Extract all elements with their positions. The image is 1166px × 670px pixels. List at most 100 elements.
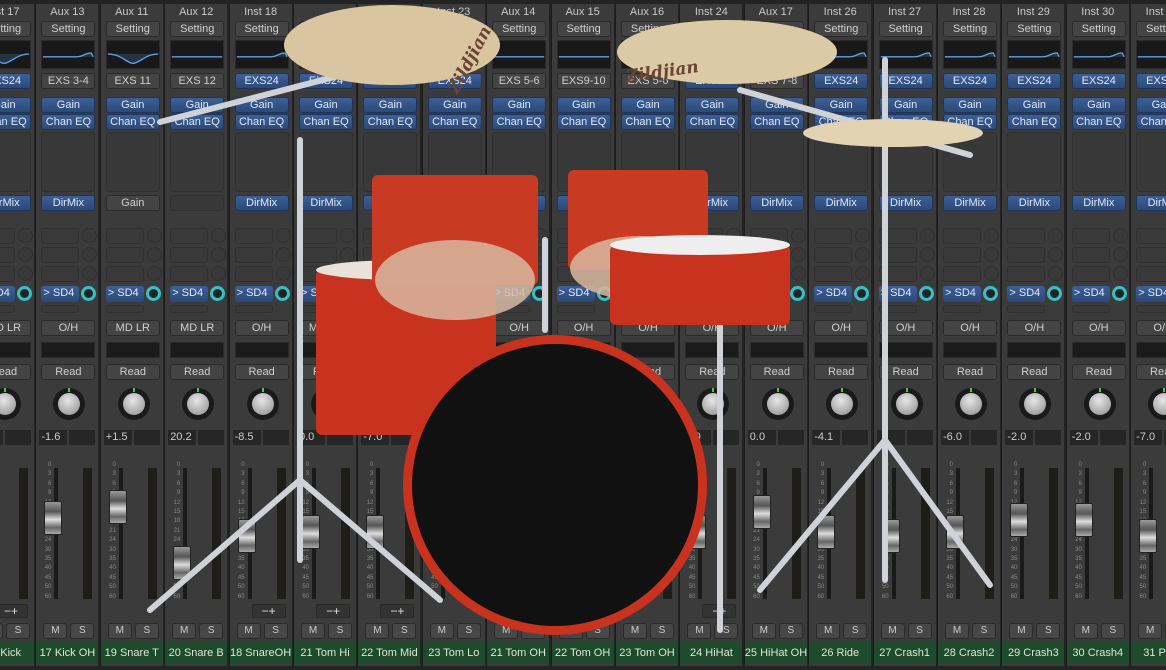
- send-sub-slot[interactable]: [556, 305, 595, 313]
- insert-slot-3[interactable]: DirMix: [621, 195, 675, 211]
- volume-fader[interactable]: [817, 514, 836, 549]
- send-slot-empty[interactable]: [1007, 247, 1046, 263]
- send-slot-empty[interactable]: [170, 266, 209, 282]
- send-level-knob-empty[interactable]: [275, 247, 291, 262]
- group-slot[interactable]: [363, 342, 418, 358]
- insert-slot-chan-eq[interactable]: Chan EQ: [556, 114, 611, 130]
- mute-button[interactable]: M: [623, 623, 647, 639]
- send-sub-slot[interactable]: [814, 305, 853, 313]
- instrument-slot[interactable]: EXS24: [0, 73, 31, 89]
- send-level-knob[interactable]: [596, 286, 612, 301]
- send-slot-empty[interactable]: [234, 247, 273, 263]
- setting-button[interactable]: Setting: [1007, 21, 1062, 37]
- send-slot[interactable]: > SD4: [814, 286, 853, 302]
- volume-fader[interactable]: [1074, 502, 1093, 537]
- solo-button[interactable]: S: [972, 623, 996, 639]
- send-slot-empty[interactable]: [685, 266, 724, 282]
- send-level-knob-empty[interactable]: [404, 228, 420, 243]
- channel-name[interactable]: 21 Tom OH: [487, 642, 550, 664]
- instrument-slot[interactable]: EXS9-10: [556, 73, 611, 89]
- solo-button[interactable]: S: [392, 623, 417, 639]
- send-sub-slot[interactable]: [621, 305, 659, 313]
- solo-button[interactable]: S: [70, 623, 95, 639]
- channel-name[interactable]: 23 Tom OH: [616, 642, 678, 664]
- channel-name[interactable]: 21 Tom Hi: [294, 642, 356, 664]
- send-level-knob-empty[interactable]: [1048, 247, 1064, 262]
- send-level-knob-empty[interactable]: [146, 247, 162, 262]
- send-slot-empty[interactable]: [105, 247, 144, 263]
- send-level-knob[interactable]: [17, 286, 32, 301]
- insert-slot-chan-eq[interactable]: Chan EQ: [105, 114, 160, 130]
- mute-button[interactable]: M: [43, 623, 68, 639]
- pan-knob[interactable]: [375, 388, 408, 420]
- automation-mode-button[interactable]: Read: [749, 364, 804, 380]
- insert-slot-gain[interactable]: Gain: [299, 97, 353, 113]
- track-add-remove-button[interactable]: −+: [380, 604, 415, 618]
- send-slot-empty[interactable]: [427, 247, 466, 263]
- send-slot-empty[interactable]: [427, 266, 466, 282]
- send-level-knob-empty[interactable]: [726, 247, 742, 262]
- send-slot[interactable]: > SD4: [878, 286, 917, 302]
- insert-slot-gain[interactable]: Gain: [234, 97, 289, 113]
- send-level-knob-empty[interactable]: [533, 247, 549, 262]
- mute-button[interactable]: M: [816, 623, 841, 639]
- send-level-knob[interactable]: [403, 286, 419, 301]
- send-slot[interactable]: > SD4: [170, 286, 209, 302]
- automation-mode-button[interactable]: Read: [685, 364, 740, 380]
- output-slot[interactable]: O/H: [1007, 320, 1062, 336]
- insert-slot-chan-eq[interactable]: Chan EQ: [814, 114, 869, 130]
- pan-knob[interactable]: [955, 388, 987, 420]
- solo-button[interactable]: S: [843, 623, 868, 639]
- instrument-slot[interactable]: EXS24: [427, 73, 482, 89]
- eq-display[interactable]: [621, 40, 675, 69]
- solo-button[interactable]: S: [134, 623, 159, 639]
- send-slot-empty[interactable]: [1071, 266, 1110, 282]
- empty-insert-area[interactable]: [685, 132, 740, 192]
- send-slot[interactable]: > SD4: [1007, 286, 1046, 302]
- instrument-slot[interactable]: EXS24: [1007, 73, 1062, 89]
- send-slot-empty[interactable]: [234, 228, 273, 244]
- send-slot[interactable]: > SD4: [685, 286, 724, 302]
- pan-knob[interactable]: [1083, 388, 1116, 420]
- setting-button[interactable]: Setting: [1136, 21, 1166, 37]
- send-level-knob-empty[interactable]: [662, 266, 677, 281]
- automation-mode-button[interactable]: Read: [1136, 364, 1166, 380]
- send-slot[interactable]: > SD4: [427, 286, 466, 302]
- output-slot[interactable]: MD LR: [170, 320, 225, 336]
- pan-knob[interactable]: [117, 388, 150, 420]
- empty-insert-area[interactable]: [105, 132, 160, 192]
- insert-slot-chan-eq[interactable]: Chan EQ: [749, 114, 804, 130]
- eq-display[interactable]: [1136, 40, 1166, 69]
- insert-slot-gain[interactable]: Gain: [105, 97, 160, 113]
- insert-slot-chan-eq[interactable]: Chan EQ: [621, 114, 675, 130]
- send-slot-empty[interactable]: [749, 247, 788, 263]
- send-sub-slot[interactable]: [41, 305, 80, 313]
- insert-slot-chan-eq[interactable]: Chan EQ: [299, 114, 353, 130]
- channel-name[interactable]: 26 Ride: [809, 642, 872, 664]
- insert-slot-chan-eq[interactable]: Chan EQ: [427, 114, 482, 130]
- send-slot-empty[interactable]: [0, 228, 15, 244]
- volume-fader[interactable]: [946, 514, 964, 549]
- eq-display[interactable]: [105, 40, 160, 69]
- empty-insert-area[interactable]: [1136, 132, 1166, 192]
- send-level-knob-empty[interactable]: [340, 266, 355, 281]
- channel-name[interactable]: 30 Crash4: [1066, 642, 1129, 664]
- send-slot-empty[interactable]: [556, 266, 595, 282]
- mute-button[interactable]: M: [880, 623, 905, 639]
- channel-name[interactable]: 16 Kick: [0, 642, 34, 664]
- send-level-knob-empty[interactable]: [726, 228, 742, 243]
- output-slot[interactable]: MD LR: [105, 320, 160, 336]
- send-level-knob-empty[interactable]: [533, 266, 549, 281]
- pan-knob[interactable]: [246, 388, 279, 420]
- volume-fader[interactable]: [688, 514, 707, 549]
- volume-fader[interactable]: [302, 514, 320, 549]
- send-slot-empty[interactable]: [427, 228, 466, 244]
- insert-slot-3[interactable]: DirMix: [1007, 195, 1062, 211]
- send-slot[interactable]: > SD4: [749, 286, 788, 302]
- send-slot[interactable]: > SD4: [1136, 286, 1166, 302]
- insert-slot-3[interactable]: DirMix: [1136, 195, 1166, 211]
- send-level-knob[interactable]: [210, 286, 226, 301]
- automation-mode-button[interactable]: Read: [1007, 364, 1062, 380]
- insert-slot-gain[interactable]: Gain: [492, 97, 547, 113]
- insert-slot-3[interactable]: Gain: [105, 195, 160, 211]
